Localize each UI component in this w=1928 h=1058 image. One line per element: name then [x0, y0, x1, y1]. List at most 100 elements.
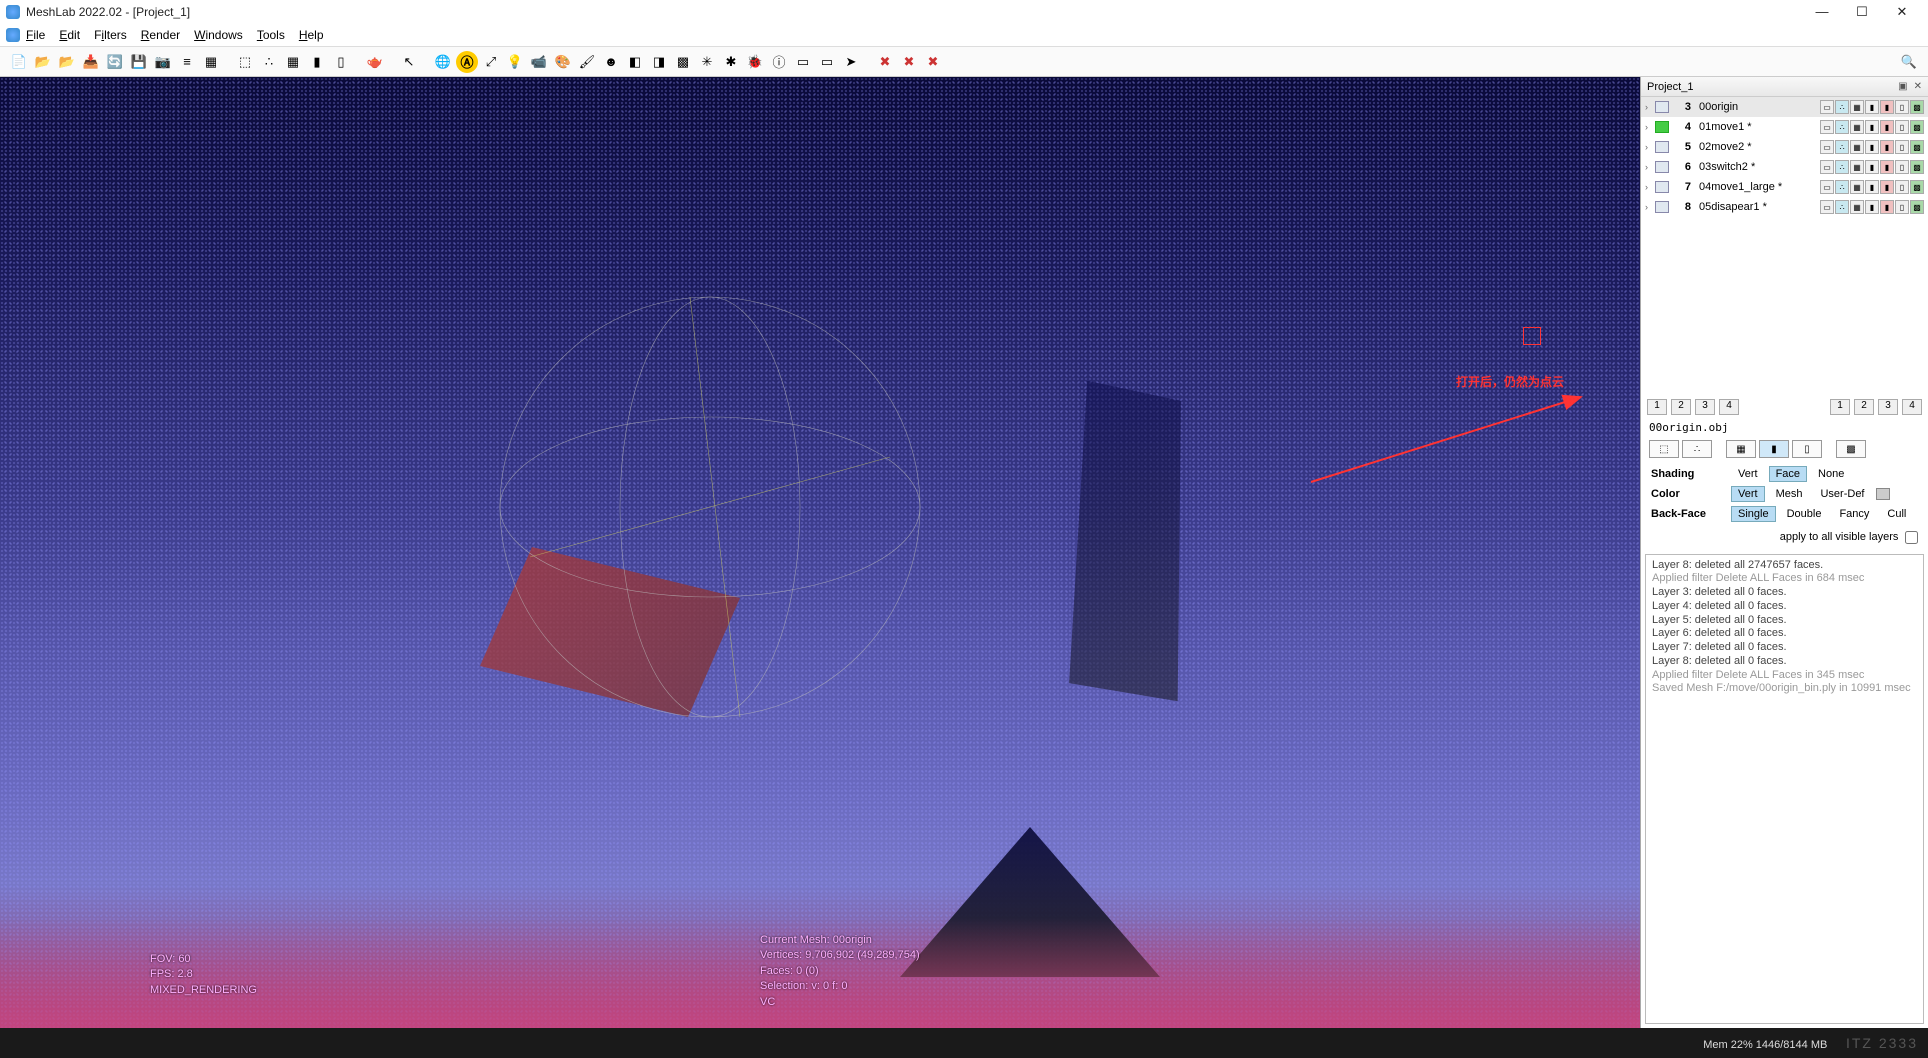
import-icon[interactable]: 📥 — [80, 51, 102, 73]
group-button[interactable]: 3 — [1695, 399, 1715, 415]
layer-edge-icon[interactable]: ▯ — [1895, 180, 1909, 194]
expand-icon[interactable]: › — [1645, 142, 1655, 152]
group-button[interactable]: 1 — [1830, 399, 1850, 415]
group-button[interactable]: 1 — [1647, 399, 1667, 415]
layer-row[interactable]: › 6 03switch2 * ▭ ∴ ▦ ▮ ▮ ▯ ▩ — [1641, 157, 1928, 177]
layer-row[interactable]: › 8 05disapear1 * ▭ ∴ ▦ ▮ ▮ ▯ ▩ — [1641, 197, 1928, 217]
menu-edit[interactable]: Edit — [59, 28, 80, 42]
layer-solid-icon[interactable]: ▮ — [1865, 200, 1879, 214]
menu-windows[interactable]: Windows — [194, 28, 243, 42]
face-icon[interactable]: ☻ — [600, 51, 622, 73]
save-icon[interactable]: 💾 — [128, 51, 150, 73]
globe-icon[interactable]: 🌐 — [432, 51, 454, 73]
brush-icon[interactable]: 🖌 — [576, 51, 598, 73]
opt-vert[interactable]: Vert — [1731, 466, 1765, 482]
layer-tex-icon[interactable]: ▩ — [1910, 200, 1924, 214]
apply-all-checkbox[interactable] — [1905, 531, 1918, 544]
panel-close-icon[interactable]: ✕ — [1914, 81, 1922, 92]
opt-single[interactable]: Single — [1731, 506, 1776, 522]
teapot-icon[interactable]: 🫖 — [364, 51, 386, 73]
expand-icon[interactable]: › — [1645, 102, 1655, 112]
layer-sel-icon[interactable]: ▮ — [1880, 120, 1894, 134]
layer-solid-icon[interactable]: ▮ — [1865, 180, 1879, 194]
panel-undock-icon[interactable]: ▣ — [1898, 81, 1907, 92]
opt-mesh[interactable]: Mesh — [1769, 486, 1810, 502]
a-icon[interactable]: Ⓐ — [456, 51, 478, 73]
opt-vert[interactable]: Vert — [1731, 486, 1765, 502]
layer-points-icon[interactable]: ∴ — [1835, 140, 1849, 154]
layer-visibility-icon[interactable] — [1655, 141, 1669, 153]
raster-icon[interactable]: ▦ — [200, 51, 222, 73]
mode-flat-icon[interactable]: ▯ — [1792, 440, 1822, 458]
panel-title-bar[interactable]: Project_1 ▣ ✕ — [1641, 77, 1928, 97]
layer-points-icon[interactable]: ∴ — [1835, 200, 1849, 214]
layer-tex-icon[interactable]: ▩ — [1910, 140, 1924, 154]
layer-tex-icon[interactable]: ▩ — [1910, 180, 1924, 194]
menu-render[interactable]: Render — [141, 28, 180, 42]
opt-user-def[interactable]: User-Def — [1813, 486, 1871, 502]
delvert-icon[interactable]: ✖ — [874, 51, 896, 73]
minimize-button[interactable]: — — [1802, 0, 1842, 24]
layer-row[interactable]: › 4 01move1 * ▭ ∴ ▦ ▮ ▮ ▯ ▩ — [1641, 117, 1928, 137]
opt-fancy[interactable]: Fancy — [1832, 506, 1876, 522]
expand-icon[interactable]: › — [1645, 162, 1655, 172]
layer-solid-icon[interactable]: ▮ — [1865, 160, 1879, 174]
expand-icon[interactable]: › — [1645, 202, 1655, 212]
layer-points-icon[interactable]: ∴ — [1835, 100, 1849, 114]
open-icon[interactable]: 📂 — [32, 51, 54, 73]
layer-tex-icon[interactable]: ▩ — [1910, 160, 1924, 174]
mode-solid-icon[interactable]: ▮ — [1759, 440, 1789, 458]
layer-visibility-icon[interactable] — [1655, 201, 1669, 213]
bug-icon[interactable]: ✱ — [720, 51, 742, 73]
layer-wire-icon[interactable]: ▦ — [1850, 180, 1864, 194]
layer-wire-icon[interactable]: ▦ — [1850, 160, 1864, 174]
group-button[interactable]: 4 — [1719, 399, 1739, 415]
reload-icon[interactable]: 🔄 — [104, 51, 126, 73]
layer-edge-icon[interactable]: ▯ — [1895, 140, 1909, 154]
color-swatch[interactable] — [1876, 488, 1890, 500]
layer-row[interactable]: › 3 00origin ▭ ∴ ▦ ▮ ▮ ▯ ▩ — [1641, 97, 1928, 117]
layer-wire-icon[interactable]: ▦ — [1850, 200, 1864, 214]
mode-points-icon[interactable]: ∴ — [1682, 440, 1712, 458]
menu-help[interactable]: Help — [299, 28, 324, 42]
expand-icon[interactable]: › — [1645, 122, 1655, 132]
layer-btn-icon[interactable]: ▭ — [1820, 160, 1834, 174]
layer-btn-icon[interactable]: ▭ — [1820, 140, 1834, 154]
layer-tex-icon[interactable]: ▩ — [1910, 100, 1924, 114]
flat-icon[interactable]: ▯ — [330, 51, 352, 73]
search-icon[interactable]: 🔍 — [1898, 51, 1920, 73]
ladybug-icon[interactable]: 🐞 — [744, 51, 766, 73]
normals-icon[interactable]: ✳ — [696, 51, 718, 73]
opt-cull[interactable]: Cull — [1880, 506, 1913, 522]
mode-wire-icon[interactable]: ▦ — [1726, 440, 1756, 458]
layer-btn-icon[interactable]: ▭ — [1820, 120, 1834, 134]
expand-icon[interactable]: › — [1645, 182, 1655, 192]
layer-visibility-icon[interactable] — [1655, 121, 1669, 133]
opt-face[interactable]: Face — [1769, 466, 1807, 482]
cursor-icon[interactable]: ↖ — [398, 51, 420, 73]
mode-bbox-icon[interactable]: ⬚ — [1649, 440, 1679, 458]
layer-wire-icon[interactable]: ▦ — [1850, 100, 1864, 114]
group-button[interactable]: 3 — [1878, 399, 1898, 415]
mselect-icon[interactable]: ▭ — [792, 51, 814, 73]
layer-visibility-icon[interactable] — [1655, 101, 1669, 113]
layer-btn-icon[interactable]: ▭ — [1820, 100, 1834, 114]
layer-btn-icon[interactable]: ▭ — [1820, 180, 1834, 194]
mode-texture-icon[interactable]: ▩ — [1836, 440, 1866, 458]
layer-sel-icon[interactable]: ▮ — [1880, 100, 1894, 114]
app-menu-icon[interactable] — [6, 28, 20, 42]
axis-icon[interactable]: ⤢ — [480, 51, 502, 73]
layer-wire-icon[interactable]: ▦ — [1850, 140, 1864, 154]
layer-solid-icon[interactable]: ▮ — [1865, 120, 1879, 134]
layer-visibility-icon[interactable] — [1655, 161, 1669, 173]
layers-icon[interactable]: ≡ — [176, 51, 198, 73]
layer-sel-icon[interactable]: ▮ — [1880, 180, 1894, 194]
layer-points-icon[interactable]: ∴ — [1835, 120, 1849, 134]
viewport-3d[interactable]: FOV: 60 FPS: 2.8 MIXED_RENDERING Current… — [0, 77, 1640, 1028]
wire-icon[interactable]: ▦ — [282, 51, 304, 73]
layer-sel-icon[interactable]: ▮ — [1880, 200, 1894, 214]
layer-points-icon[interactable]: ∴ — [1835, 160, 1849, 174]
arrow-icon[interactable]: ➤ — [840, 51, 862, 73]
layer-row[interactable]: › 5 02move2 * ▭ ∴ ▦ ▮ ▮ ▯ ▩ — [1641, 137, 1928, 157]
layer-sel-icon[interactable]: ▮ — [1880, 160, 1894, 174]
